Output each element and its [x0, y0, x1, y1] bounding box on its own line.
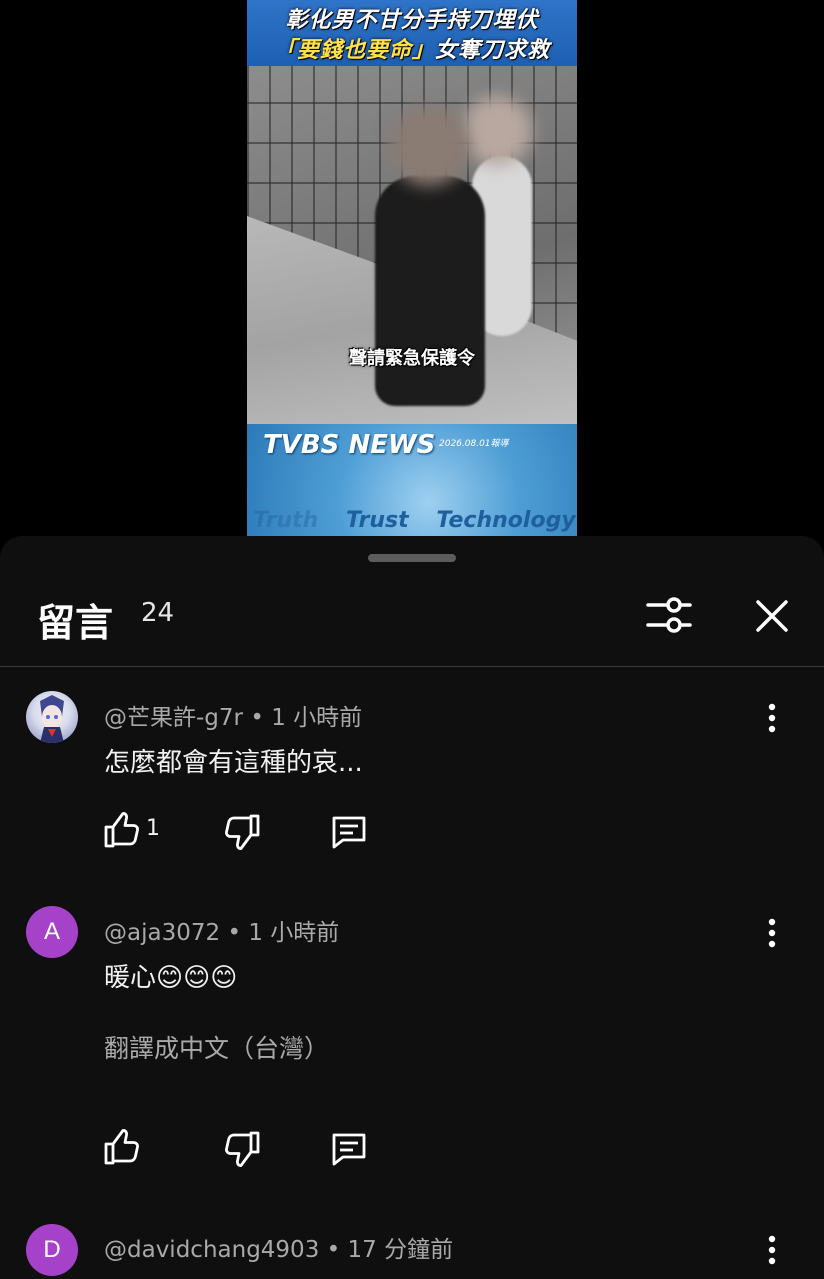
video-logo-area: TVBS NEWS 2026.08.01報導 Truth Trust Techn…	[247, 424, 577, 536]
comment-time: 1 小時前	[271, 705, 363, 731]
comments-sheet: 留言 24 @芒果許-g7r • 1 小時前 怎麼都會有這種的哀... 1 A …	[0, 536, 824, 1279]
comment-time: 17 分鐘前	[347, 1237, 454, 1263]
meta-separator: •	[250, 705, 264, 731]
comments-count: 24	[141, 598, 175, 628]
comment-meta: @芒果許-g7r • 1 小時前	[104, 698, 362, 732]
comment-author[interactable]: @芒果許-g7r	[104, 705, 243, 731]
more-options-button[interactable]	[758, 1232, 786, 1268]
blurred-face	[462, 96, 532, 166]
comment-author[interactable]: @davidchang4903	[104, 1237, 319, 1263]
more-vert-icon	[768, 703, 776, 733]
more-vert-icon	[768, 918, 776, 948]
avatar[interactable]: D	[26, 1224, 78, 1276]
video-headline-rest: 女奪刀求救	[435, 38, 551, 63]
reply-button[interactable]	[329, 1129, 369, 1169]
tagline-word: Technology	[436, 508, 576, 533]
avatar-letter: A	[43, 918, 60, 945]
video-player[interactable]: 彰化男不甘分手持刀埋伏 「要錢也要命」女奪刀求救 聲請緊急保護令 TVBS NE…	[247, 0, 577, 536]
translate-link[interactable]: 翻譯成中文（台灣）	[104, 1029, 329, 1065]
tagline-word: Truth	[253, 508, 319, 533]
anime-avatar-icon	[40, 695, 64, 743]
video-headline-line1: 彰化男不甘分手持刀埋伏	[285, 8, 539, 33]
comment-time: 1 小時前	[248, 920, 340, 946]
video-tagline: Truth Trust Technology	[253, 508, 577, 533]
tvbs-news-logo: TVBS NEWS	[263, 430, 436, 460]
reply-button[interactable]	[329, 812, 369, 852]
avatar[interactable]	[26, 691, 78, 743]
comment-author[interactable]: @aja3072	[104, 920, 220, 946]
comment-meta: @davidchang4903 • 17 分鐘前	[104, 1230, 453, 1264]
avatar-letter: D	[43, 1236, 61, 1263]
like-button[interactable]	[102, 810, 142, 850]
comment-meta: @aja3072 • 1 小時前	[104, 913, 339, 947]
meta-separator: •	[326, 1237, 341, 1263]
close-icon	[756, 600, 788, 632]
drag-handle[interactable]	[368, 554, 456, 562]
tagline-word: Trust	[345, 508, 409, 533]
avatar[interactable]: A	[26, 906, 78, 958]
more-options-button[interactable]	[758, 915, 786, 951]
like-count: 1	[146, 816, 160, 841]
thumb-up-icon	[104, 812, 139, 848]
video-person-dark	[375, 106, 485, 406]
dislike-button[interactable]	[222, 812, 262, 852]
sliders-icon	[646, 597, 692, 633]
comments-title: 留言	[37, 601, 114, 645]
reply-comment-icon	[332, 816, 366, 849]
thumb-down-icon	[225, 1131, 260, 1167]
header-divider	[0, 666, 824, 667]
blurred-face	[389, 106, 469, 186]
video-date: 2026.08.01報導	[439, 439, 509, 449]
more-vert-icon	[768, 1235, 776, 1265]
video-headline-banner: 彰化男不甘分手持刀埋伏 「要錢也要命」女奪刀求救	[247, 0, 577, 66]
more-options-button[interactable]	[758, 700, 786, 736]
video-frame: 聲請緊急保護令	[247, 66, 577, 424]
sort-filter-button[interactable]	[644, 592, 694, 638]
meta-separator: •	[227, 920, 242, 946]
thumb-down-icon	[225, 814, 260, 850]
close-button[interactable]	[748, 592, 796, 640]
dislike-button[interactable]	[222, 1129, 262, 1169]
video-caption: 聲請緊急保護令	[349, 348, 475, 369]
video-headline-highlight: 「要錢也要命」	[273, 38, 435, 63]
thumb-up-icon	[104, 1129, 139, 1165]
video-headline-line2: 「要錢也要命」女奪刀求救	[247, 32, 577, 64]
like-button[interactable]	[102, 1127, 142, 1167]
comment-text: 怎麼都會有這種的哀...	[104, 748, 363, 778]
comment-text: 暖心😊😊😊	[104, 963, 238, 993]
reply-comment-icon	[332, 1133, 366, 1166]
